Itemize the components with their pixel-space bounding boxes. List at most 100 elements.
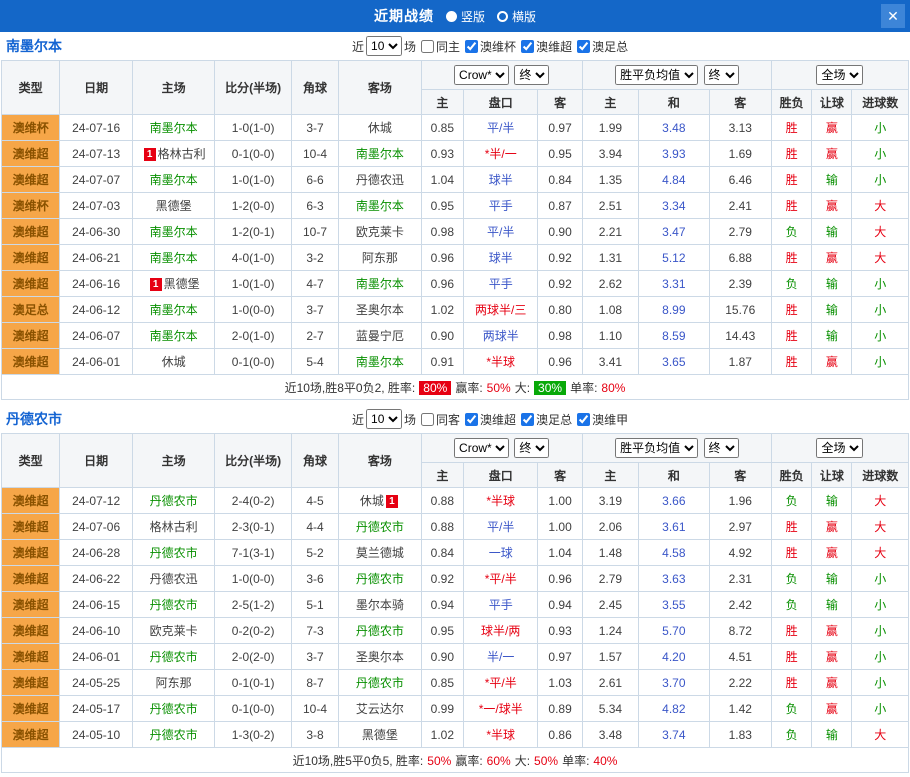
corners-cell: 10-7 — [291, 219, 338, 245]
home-team-cell: 南墨尔本 — [132, 167, 215, 193]
home-team-cell: 丹德农市 — [132, 592, 215, 618]
handicap-result-cell-text: 输 — [826, 303, 838, 317]
scope-select[interactable]: 全场 — [816, 438, 863, 458]
league-option-3[interactable]: 澳足总 — [577, 38, 628, 55]
home-team-cell-text: 丹德农市 — [150, 728, 198, 742]
league-option-2[interactable]: 澳足总 — [521, 411, 572, 428]
match-count-select[interactable]: 10 — [366, 409, 402, 429]
col-header-away: 客场 — [339, 61, 422, 115]
match-result-cell: 胜 — [771, 193, 811, 219]
odds-company-select[interactable]: Crow* — [454, 65, 509, 85]
home-team-cell: 南墨尔本 — [132, 219, 215, 245]
table-row: 澳维超24-07-07南墨尔本1-0(1-0)6-6丹德农迅1.04球半0.84… — [2, 167, 909, 193]
vertical-layout-radio[interactable] — [446, 11, 457, 22]
match-count-select[interactable]: 10 — [366, 36, 402, 56]
close-button[interactable]: ✕ — [881, 4, 905, 28]
handicap-cell: 平手 — [463, 592, 537, 618]
league-checkbox-1[interactable] — [465, 413, 478, 426]
home-team-cell-text: 休城 — [162, 355, 186, 369]
horizontal-layout-label[interactable]: 横版 — [512, 8, 536, 25]
league-checkbox-1[interactable] — [465, 40, 478, 53]
odds-away-cell: 0.97 — [538, 644, 582, 670]
away-team-cell: 墨尔本骑 — [339, 592, 422, 618]
match-result-cell-text: 胜 — [786, 546, 798, 560]
summary-part: 50% — [427, 754, 451, 768]
goals-result-cell: 大 — [852, 219, 909, 245]
col-header-score: 比分(半场) — [215, 61, 292, 115]
home-team-cell: 1黑德堡 — [132, 271, 215, 297]
odds-away-cell: 0.89 — [538, 696, 582, 722]
corners-cell: 10-4 — [291, 141, 338, 167]
league-checkbox-3[interactable] — [577, 40, 590, 53]
away-team-cell-text: 莫兰德城 — [356, 546, 404, 560]
match-result-cell-text: 胜 — [786, 173, 798, 187]
avg-final-select[interactable]: 终 — [704, 65, 739, 85]
odds-away-cell: 0.86 — [538, 722, 582, 748]
corners-cell: 2-7 — [291, 323, 338, 349]
avg-type-select[interactable]: 胜平负均值 — [615, 438, 698, 458]
same-venue-checkbox[interactable] — [421, 40, 434, 53]
home-team-cell-text: 欧克莱卡 — [150, 624, 198, 638]
handicap-cell: *半球 — [463, 722, 537, 748]
goals-result-cell-text: 大 — [874, 494, 886, 508]
handicap-result-cell-text: 输 — [826, 598, 838, 612]
avg-draw-cell: 5.70 — [639, 618, 709, 644]
avg-draw-cell: 3.63 — [639, 566, 709, 592]
handicap-result-cell: 赢 — [812, 141, 852, 167]
league-option-1[interactable]: 澳维杯 — [465, 38, 516, 55]
vertical-layout-label[interactable]: 竖版 — [461, 8, 485, 25]
avg-type-select[interactable]: 胜平负均值 — [615, 65, 698, 85]
away-team-cell-text: 丹德农市 — [356, 624, 404, 638]
league-option-1[interactable]: 澳维超 — [465, 411, 516, 428]
away-team-cell: 南墨尔本 — [339, 271, 422, 297]
avg-away-cell: 2.31 — [709, 566, 771, 592]
match-result-cell: 负 — [771, 592, 811, 618]
handicap-result-cell: 输 — [812, 722, 852, 748]
horizontal-layout-radio[interactable] — [497, 11, 508, 22]
home-team-cell-text: 格林古利 — [150, 520, 198, 534]
league-option-3[interactable]: 澳维甲 — [577, 411, 628, 428]
league-option-2[interactable]: 澳维超 — [521, 38, 572, 55]
avg-home-cell: 3.19 — [582, 488, 638, 514]
odds-home-cell: 0.99 — [421, 696, 463, 722]
corners-cell: 3-6 — [291, 566, 338, 592]
same-venue-checkbox[interactable] — [421, 413, 434, 426]
same-venue-option[interactable]: 同主 — [421, 38, 460, 55]
home-team-cell-text: 丹德农市 — [150, 702, 198, 716]
home-team-cell-text: 南墨尔本 — [150, 303, 198, 317]
odds-home-cell: 0.90 — [421, 323, 463, 349]
league-checkbox-3[interactable] — [577, 413, 590, 426]
handicap-result-cell: 赢 — [812, 644, 852, 670]
avg-final-select[interactable]: 终 — [704, 438, 739, 458]
scope-select[interactable]: 全场 — [816, 65, 863, 85]
scope-group-header: 全场 — [771, 434, 908, 463]
away-team-cell-text: 南墨尔本 — [356, 355, 404, 369]
home-team-cell-text: 南墨尔本 — [150, 329, 198, 343]
away-team-cell-text: 阿东那 — [362, 251, 398, 265]
team-name: 南墨尔本 — [0, 36, 62, 56]
handicap-cell: *一/球半 — [463, 696, 537, 722]
avg-draw-cell: 3.74 — [639, 722, 709, 748]
handicap-result-cell-text: 赢 — [826, 624, 838, 638]
corners-cell: 10-4 — [291, 696, 338, 722]
same-venue-option[interactable]: 同客 — [421, 411, 460, 428]
odds-away-cell: 0.90 — [538, 219, 582, 245]
handicap-cell-text: 平/半 — [487, 520, 514, 534]
league-checkbox-2[interactable] — [521, 413, 534, 426]
avg-away-cell: 2.41 — [709, 193, 771, 219]
odds-final-select[interactable]: 终 — [514, 438, 549, 458]
odds-final-select[interactable]: 终 — [514, 65, 549, 85]
league-checkbox-2[interactable] — [521, 40, 534, 53]
table-row: 澳维超24-06-21南墨尔本4-0(1-0)3-2阿东那0.96球半0.921… — [2, 245, 909, 271]
score-cell: 2-0(2-0) — [215, 644, 292, 670]
avg-draw-cell: 4.82 — [639, 696, 709, 722]
section-team-2: 丹德农市 近 10 场 同客 澳维超 澳足总 澳维甲 类型 日期 主场 比分(半… — [0, 405, 910, 773]
avg-draw-cell: 3.31 — [639, 271, 709, 297]
handicap-cell: 平手 — [463, 193, 537, 219]
avg-home-cell: 3.48 — [582, 722, 638, 748]
match-result-cell: 胜 — [771, 644, 811, 670]
odds-company-select[interactable]: Crow* — [454, 438, 509, 458]
score-cell: 0-2(0-2) — [215, 618, 292, 644]
avg-away-cell: 2.22 — [709, 670, 771, 696]
col-header-odds-home: 主 — [421, 90, 463, 115]
